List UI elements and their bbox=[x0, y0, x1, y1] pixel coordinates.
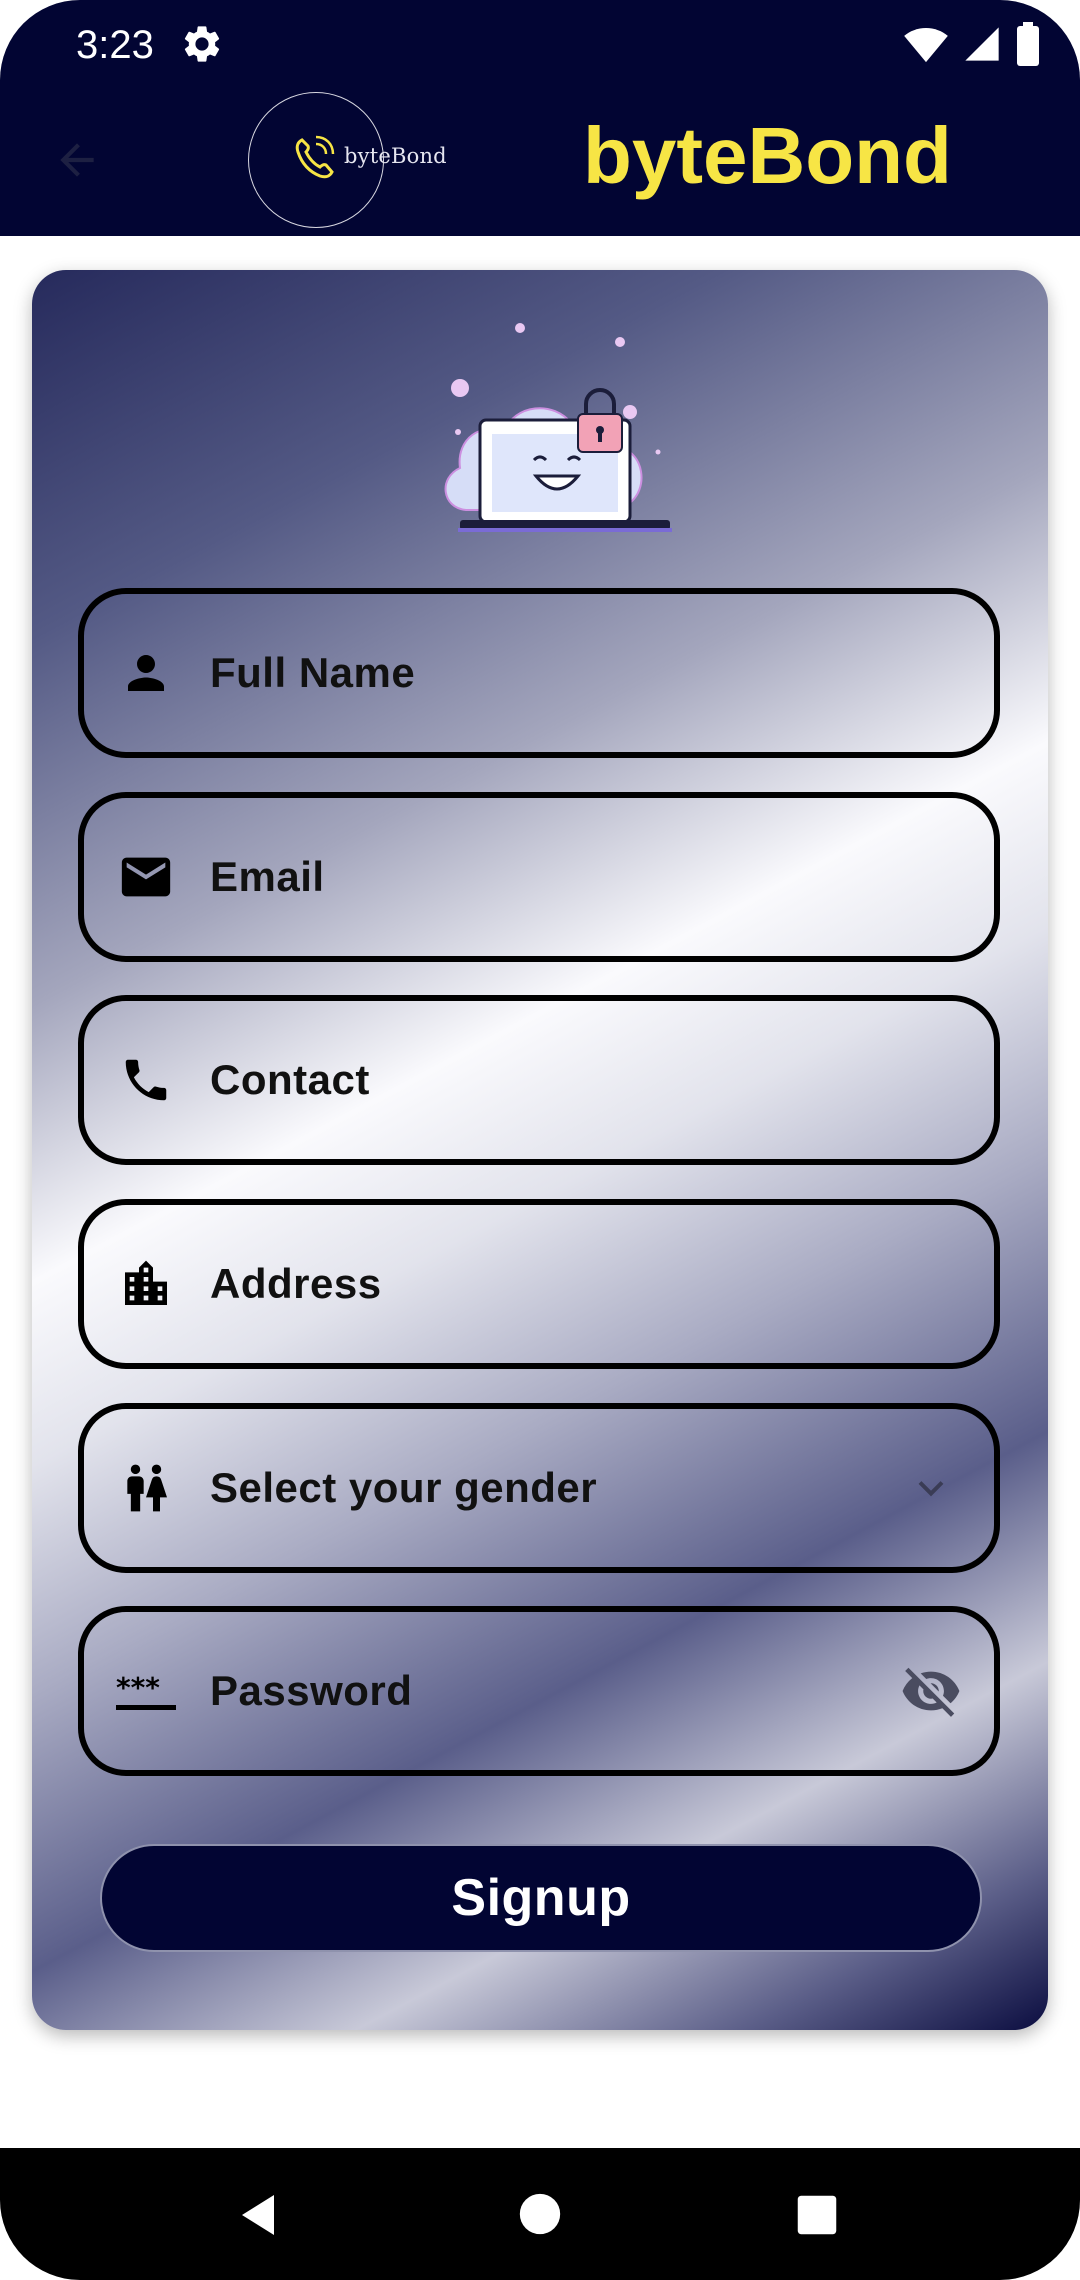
logo-text: byteBond bbox=[344, 144, 447, 168]
email-placeholder: Email bbox=[210, 853, 325, 900]
signup-screen: 3:23 byteBond byteBond Full Name Email C… bbox=[0, 0, 1080, 2280]
svg-text:***: *** bbox=[116, 1671, 160, 1704]
signal-icon bbox=[965, 27, 999, 61]
password-icon: *** bbox=[116, 1661, 176, 1721]
phone-logo-icon bbox=[295, 135, 335, 179]
wifi-icon bbox=[904, 28, 948, 63]
address-field[interactable]: Address bbox=[78, 1199, 1000, 1369]
arrow-back-icon bbox=[60, 143, 94, 177]
app-bar: 3:23 byteBond byteBond bbox=[0, 0, 1080, 236]
laptop-lock-illustration bbox=[444, 323, 672, 532]
signup-card: Full Name Email Contact Address Select y… bbox=[32, 270, 1048, 2030]
mail-icon bbox=[116, 847, 176, 907]
email-field[interactable]: Email bbox=[78, 792, 1000, 962]
status-icons bbox=[904, 22, 1040, 66]
contact-placeholder: Contact bbox=[210, 1056, 370, 1103]
back-button[interactable] bbox=[42, 130, 112, 190]
wc-icon bbox=[116, 1458, 176, 1518]
full-name-field[interactable]: Full Name bbox=[78, 588, 1000, 758]
navigation-bar bbox=[0, 2148, 1080, 2280]
chevron-down-icon[interactable] bbox=[896, 1453, 966, 1523]
status-time: 3:23 bbox=[76, 23, 154, 67]
phone-icon bbox=[116, 1050, 176, 1110]
visibility-off-icon[interactable] bbox=[896, 1656, 966, 1726]
building-icon bbox=[116, 1254, 176, 1314]
app-title: byteBond bbox=[583, 111, 952, 200]
nav-recents-icon[interactable] bbox=[796, 2194, 838, 2236]
password-field[interactable]: *** Password bbox=[78, 1606, 1000, 1776]
battery-icon bbox=[1017, 22, 1039, 66]
gender-select[interactable]: Select your gender bbox=[78, 1403, 1000, 1573]
person-icon bbox=[116, 643, 176, 703]
gear-icon bbox=[184, 26, 220, 62]
address-placeholder: Address bbox=[210, 1260, 382, 1307]
full-name-placeholder: Full Name bbox=[210, 649, 416, 696]
contact-field[interactable]: Contact bbox=[78, 995, 1000, 1165]
nav-home-icon[interactable] bbox=[518, 2192, 562, 2236]
password-placeholder: Password bbox=[210, 1667, 413, 1714]
signup-button[interactable]: Signup bbox=[100, 1844, 982, 1952]
nav-back-icon[interactable] bbox=[234, 2190, 282, 2240]
gender-placeholder: Select your gender bbox=[210, 1464, 598, 1511]
